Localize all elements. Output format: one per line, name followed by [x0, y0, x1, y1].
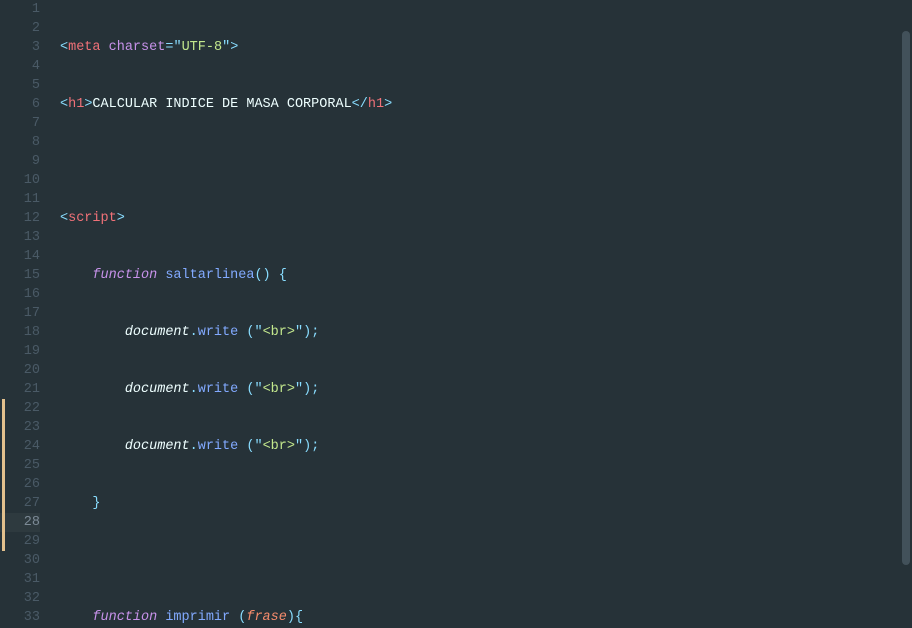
- code-line: [60, 152, 912, 171]
- line-number: 22: [0, 399, 40, 418]
- line-number: 25: [0, 456, 40, 475]
- line-number: 21: [0, 380, 40, 399]
- code-line: document.write ("<br>");: [60, 380, 912, 399]
- line-number: 2: [0, 19, 40, 38]
- modified-line-indicator: [2, 437, 5, 456]
- code-area[interactable]: <meta charset="UTF-8"> <h1>CALCULAR INDI…: [56, 0, 912, 628]
- code-line: }: [60, 494, 912, 513]
- code-editor[interactable]: 1234567891011121314151617181920212223242…: [0, 0, 912, 628]
- line-number: 33: [0, 608, 40, 627]
- line-number: 29: [0, 532, 40, 551]
- line-number: 26: [0, 475, 40, 494]
- line-number: 19: [0, 342, 40, 361]
- modified-line-indicator: [2, 418, 5, 437]
- code-line: document.write ("<br>");: [60, 323, 912, 342]
- line-number: 13: [0, 228, 40, 247]
- code-line: function imprimir (frase){: [60, 608, 912, 627]
- line-number: 18: [0, 323, 40, 342]
- line-number: 15: [0, 266, 40, 285]
- scrollbar-thumb[interactable]: [902, 31, 910, 565]
- code-line: document.write ("<br>");: [60, 437, 912, 456]
- line-number-gutter: 1234567891011121314151617181920212223242…: [0, 0, 56, 628]
- line-number: 7: [0, 114, 40, 133]
- code-line: <script>: [60, 209, 912, 228]
- line-number: 8: [0, 133, 40, 152]
- line-number: 9: [0, 152, 40, 171]
- modified-line-indicator: [2, 399, 5, 418]
- code-line: <meta charset="UTF-8">: [60, 38, 912, 57]
- line-number: 31: [0, 570, 40, 589]
- line-number: 24: [0, 437, 40, 456]
- scrollbar-vertical[interactable]: [900, 0, 912, 628]
- modified-line-indicator: [2, 532, 5, 551]
- line-number: 17: [0, 304, 40, 323]
- line-number: 16: [0, 285, 40, 304]
- line-number: 28: [0, 513, 40, 532]
- modified-line-indicator: [2, 494, 5, 513]
- line-number: 23: [0, 418, 40, 437]
- line-number: 5: [0, 76, 40, 95]
- line-number: 3: [0, 38, 40, 57]
- line-number: 14: [0, 247, 40, 266]
- code-line: function saltarlinea() {: [60, 266, 912, 285]
- line-number: 1: [0, 0, 40, 19]
- line-number: 12: [0, 209, 40, 228]
- line-number: 32: [0, 589, 40, 608]
- modified-line-indicator: [2, 475, 5, 494]
- line-number: 20: [0, 361, 40, 380]
- line-number: 6: [0, 95, 40, 114]
- line-number: 27: [0, 494, 40, 513]
- line-number: 11: [0, 190, 40, 209]
- line-number: 10: [0, 171, 40, 190]
- code-line: <h1>CALCULAR INDICE DE MASA CORPORAL</h1…: [60, 95, 912, 114]
- line-number: 30: [0, 551, 40, 570]
- modified-line-indicator: [2, 456, 5, 475]
- code-line: [60, 551, 912, 570]
- modified-line-indicator: [2, 513, 5, 532]
- line-number: 4: [0, 57, 40, 76]
